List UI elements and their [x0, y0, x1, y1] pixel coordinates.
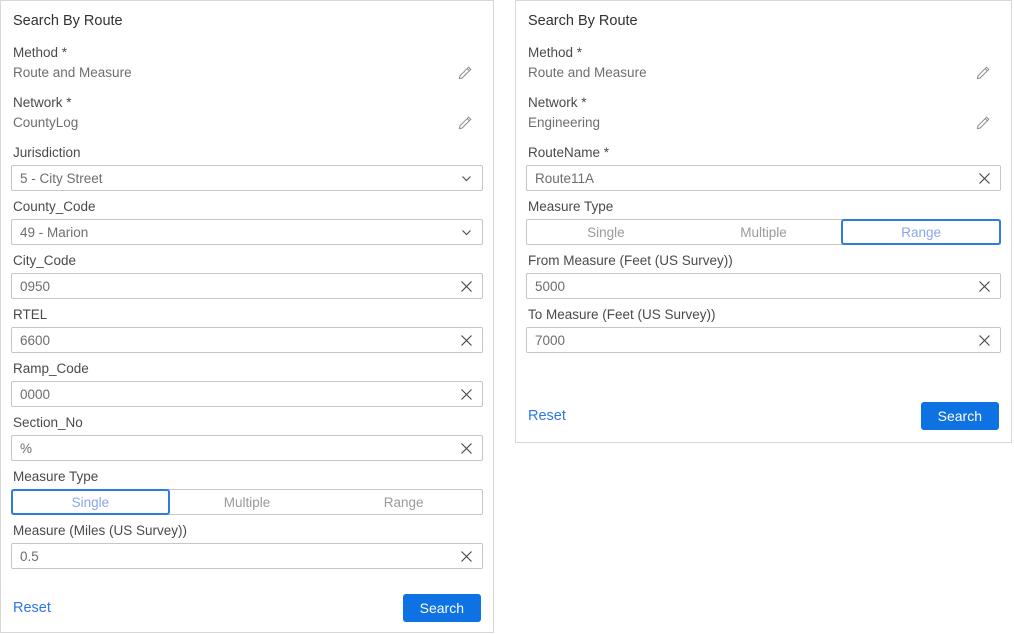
- panel-footer: Reset Search: [526, 402, 1001, 430]
- measure-type-segmented-control: Single Multiple Range: [526, 219, 1001, 245]
- network-field: Network * CountyLog: [11, 95, 483, 131]
- section-no-field: Section_No: [11, 415, 483, 461]
- measure-field: Measure (Miles (US Survey)): [11, 523, 483, 569]
- pencil-icon: [457, 119, 473, 134]
- from-measure-clear-button[interactable]: [974, 280, 1000, 293]
- county-code-selected-value: 49 - Marion: [12, 225, 88, 240]
- network-value: Engineering: [528, 115, 600, 130]
- county-code-label: County_Code: [13, 199, 481, 214]
- measure-type-option-single[interactable]: Single: [12, 490, 169, 514]
- routename-clear-button[interactable]: [974, 172, 1000, 185]
- search-by-route-panel-engineering: Search By Route Method * Route and Measu…: [515, 0, 1012, 443]
- search-button[interactable]: Search: [921, 402, 999, 430]
- reset-link[interactable]: Reset: [528, 408, 566, 424]
- county-code-field: County_Code 49 - Marion: [11, 199, 483, 245]
- rtel-input[interactable]: [12, 333, 456, 348]
- to-measure-label: To Measure (Feet (US Survey)): [528, 307, 999, 322]
- from-measure-label: From Measure (Feet (US Survey)): [528, 253, 999, 268]
- network-edit-button[interactable]: [975, 115, 991, 131]
- rtel-field: RTEL: [11, 307, 483, 353]
- measure-type-segmented-control: Single Multiple Range: [11, 489, 483, 515]
- routename-input[interactable]: [527, 171, 974, 186]
- x-icon: [978, 281, 991, 296]
- network-edit-button[interactable]: [457, 115, 473, 131]
- to-measure-field: To Measure (Feet (US Survey)): [526, 307, 1001, 353]
- from-measure-field: From Measure (Feet (US Survey)): [526, 253, 1001, 299]
- from-measure-input[interactable]: [527, 279, 974, 294]
- search-panels-container: Search By Route Method * Route and Measu…: [0, 0, 1014, 633]
- search-button[interactable]: Search: [403, 594, 481, 622]
- measure-type-label: Measure Type: [13, 469, 481, 484]
- method-edit-button[interactable]: [975, 65, 991, 81]
- ramp-code-field: Ramp_Code: [11, 361, 483, 407]
- page-title: Search By Route: [13, 13, 481, 30]
- rtel-label: RTEL: [13, 307, 481, 322]
- method-field: Method * Route and Measure: [526, 45, 1001, 81]
- method-field: Method * Route and Measure: [11, 45, 483, 81]
- method-value: Route and Measure: [528, 65, 647, 80]
- measure-type-option-single[interactable]: Single: [527, 220, 685, 244]
- x-icon: [460, 443, 473, 458]
- section-no-label: Section_No: [13, 415, 481, 430]
- pencil-icon: [457, 69, 473, 84]
- jurisdiction-label: Jurisdiction: [13, 145, 481, 160]
- x-icon: [978, 335, 991, 350]
- reset-link[interactable]: Reset: [13, 600, 51, 616]
- ramp-code-label: Ramp_Code: [13, 361, 481, 376]
- x-icon: [460, 389, 473, 404]
- network-label: Network *: [528, 95, 999, 110]
- measure-type-option-multiple[interactable]: Multiple: [685, 220, 843, 244]
- network-label: Network *: [13, 95, 481, 110]
- pencil-icon: [975, 69, 991, 84]
- ramp-code-input[interactable]: [12, 387, 456, 402]
- measure-type-option-range[interactable]: Range: [325, 490, 482, 514]
- pencil-icon: [975, 119, 991, 134]
- method-label: Method *: [13, 45, 481, 60]
- ramp-code-clear-button[interactable]: [456, 388, 482, 401]
- method-edit-button[interactable]: [457, 65, 473, 81]
- routename-field: RouteName *: [526, 145, 1001, 191]
- jurisdiction-select[interactable]: 5 - City Street: [11, 165, 483, 191]
- to-measure-clear-button[interactable]: [974, 334, 1000, 347]
- x-icon: [460, 335, 473, 350]
- section-no-input[interactable]: [12, 441, 456, 456]
- measure-clear-button[interactable]: [456, 550, 482, 563]
- city-code-input[interactable]: [12, 279, 456, 294]
- x-icon: [460, 281, 473, 296]
- page-title: Search By Route: [528, 13, 999, 30]
- chevron-down-icon: [457, 228, 482, 237]
- method-label: Method *: [528, 45, 999, 60]
- measure-input[interactable]: [12, 549, 456, 564]
- measure-type-option-multiple[interactable]: Multiple: [169, 490, 326, 514]
- network-value: CountyLog: [13, 115, 78, 130]
- city-code-field: City_Code: [11, 253, 483, 299]
- measure-type-field: Measure Type Single Multiple Range: [526, 199, 1001, 245]
- search-by-route-panel-countylog: Search By Route Method * Route and Measu…: [0, 0, 494, 633]
- x-icon: [460, 551, 473, 566]
- x-icon: [978, 173, 991, 188]
- method-value: Route and Measure: [13, 65, 132, 80]
- chevron-down-icon: [457, 174, 482, 183]
- measure-type-field: Measure Type Single Multiple Range: [11, 469, 483, 515]
- city-code-clear-button[interactable]: [456, 280, 482, 293]
- measure-type-label: Measure Type: [528, 199, 999, 214]
- network-field: Network * Engineering: [526, 95, 1001, 131]
- rtel-clear-button[interactable]: [456, 334, 482, 347]
- section-no-clear-button[interactable]: [456, 442, 482, 455]
- measure-type-option-range[interactable]: Range: [842, 220, 1000, 244]
- measure-label: Measure (Miles (US Survey)): [13, 523, 481, 538]
- jurisdiction-selected-value: 5 - City Street: [12, 171, 103, 186]
- to-measure-input[interactable]: [527, 333, 974, 348]
- jurisdiction-field: Jurisdiction 5 - City Street: [11, 145, 483, 191]
- routename-label: RouteName *: [528, 145, 999, 160]
- panel-footer: Reset Search: [11, 594, 483, 622]
- county-code-select[interactable]: 49 - Marion: [11, 219, 483, 245]
- city-code-label: City_Code: [13, 253, 481, 268]
